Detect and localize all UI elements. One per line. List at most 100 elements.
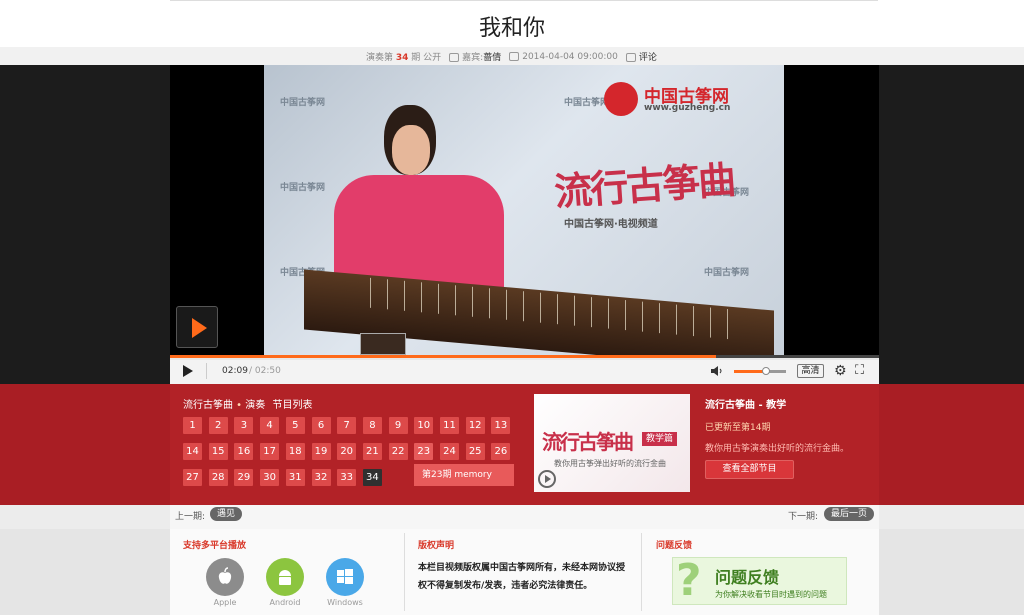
episode-button[interactable]: 10 <box>414 417 434 434</box>
episode-button[interactable]: 21 <box>362 443 382 460</box>
speaker-icon[interactable] <box>711 365 723 377</box>
watermark-text: 中国古筝网 <box>704 268 750 278</box>
episode-prefix: 演奏第 <box>366 53 394 63</box>
top-divider <box>170 0 878 1</box>
episode-button[interactable]: 12 <box>465 417 485 434</box>
prev-label: 上一期: <box>175 512 206 522</box>
episode-button[interactable]: 7 <box>337 417 357 434</box>
app-apple[interactable]: Apple <box>205 558 245 607</box>
episode-button[interactable]: 30 <box>260 469 280 486</box>
logo-emblem <box>604 82 638 116</box>
series-updated: 已更新至第14期 <box>705 423 771 433</box>
series-title[interactable]: 流行古筝曲 - 教学 <box>705 396 786 411</box>
episode-button[interactable]: 17 <box>260 443 280 460</box>
promo-tag: 教学篇 <box>642 432 678 446</box>
comment-icon <box>625 53 636 62</box>
app-windows[interactable]: Windows <box>325 558 365 607</box>
list-label: 节目列表 <box>272 400 313 411</box>
episode-button[interactable]: 11 <box>440 417 459 434</box>
video-logo: 中国古筝网 www.guzheng.cn <box>604 78 754 120</box>
page-title: 我和你 <box>478 16 545 41</box>
apple-icon <box>206 558 244 596</box>
datetime: 2014-04-04 09:00:00 <box>522 51 618 62</box>
episode-button[interactable]: 34 <box>362 469 382 486</box>
video-title-overlay: 流行古筝曲 <box>552 157 736 215</box>
app-label: Android <box>269 598 301 607</box>
episode-button[interactable]: 4 <box>260 417 280 434</box>
episode-button[interactable]: 3 <box>234 417 254 434</box>
watermark-text: 中国古筝网 <box>280 183 326 193</box>
feedback-banner-title: 问题反馈 <box>715 568 780 587</box>
episode-button[interactable]: 6 <box>311 417 331 434</box>
episode-button[interactable]: 8 <box>362 417 382 434</box>
platform-title: 支持多平台播放 <box>183 541 247 551</box>
episode-button[interactable]: 31 <box>285 469 305 486</box>
episode-button[interactable]: 28 <box>208 469 228 486</box>
episode-suffix: 期 公开 <box>411 53 442 63</box>
episode-button[interactable]: 2 <box>208 417 228 434</box>
series-description: 教你用古筝演奏出好听的流行金曲。 <box>705 444 850 454</box>
android-icon <box>266 558 304 596</box>
app-android[interactable]: Android <box>265 558 305 607</box>
view-all-button[interactable]: 查看全部节目 <box>705 460 794 479</box>
episode-button[interactable]: 16 <box>234 443 254 460</box>
episode-button[interactable]: 19 <box>311 443 331 460</box>
episode-button[interactable]: 27 <box>183 469 202 486</box>
episode-button[interactable]: 20 <box>337 443 357 460</box>
episode-button[interactable]: 22 <box>388 443 408 460</box>
episode-meta-bar: 演奏第 34 期 公开 嘉宾:蔷倩 2014-04-04 09:00:00 评论 <box>0 47 1024 65</box>
promo-title: 流行古筝曲 <box>542 430 634 454</box>
volume-knob[interactable] <box>762 367 770 375</box>
episode-button[interactable]: 18 <box>285 443 305 460</box>
next-label: 下一期: <box>788 512 819 522</box>
episode-button[interactable]: 29 <box>234 469 254 486</box>
feedback-banner-sub: 为你解决收看节目时遇到的问题 <box>715 590 827 599</box>
play-circle-icon[interactable] <box>538 470 556 488</box>
control-divider <box>206 363 207 379</box>
fullscreen-icon[interactable]: ⛶ <box>855 364 864 378</box>
episode-button[interactable]: 32 <box>311 469 331 486</box>
episode-button[interactable]: 33 <box>337 469 357 486</box>
episode-button[interactable]: 5 <box>285 417 305 434</box>
episode-button[interactable]: 9 <box>388 417 408 434</box>
footer-divider <box>404 533 405 611</box>
episode-list-title: 流行古筝曲 • 演奏 节目列表 <box>183 400 313 411</box>
episode-tooltip: 第23期 memory <box>414 464 514 486</box>
promo-subtitle: 教你用古筝弹出好听的流行金曲 <box>554 459 666 468</box>
episode-button[interactable]: 1 <box>183 417 202 434</box>
episode-button[interactable]: 15 <box>208 443 228 460</box>
episode-button[interactable]: 24 <box>440 443 459 460</box>
episode-button[interactable]: 23 <box>414 443 434 460</box>
guest-label: 嘉宾: <box>462 53 484 63</box>
series-category: 演奏 <box>245 400 266 411</box>
stand-sign <box>360 333 406 355</box>
volume-slider[interactable] <box>734 367 786 375</box>
guest-name[interactable]: 蔷倩 <box>483 53 501 63</box>
promo-thumbnail[interactable]: 流行古筝曲 教学篇 教你用古筝弹出好听的流行金曲 <box>534 394 690 492</box>
quality-button[interactable]: 高清 <box>797 364 824 378</box>
watermark-text: 中国古筝网 <box>564 98 610 108</box>
feedback-banner[interactable]: ? 问题反馈 为你解决收看节目时遇到的问题 <box>672 556 847 606</box>
volume-fill <box>734 370 766 373</box>
watermark-text: 中国古筝网 <box>280 98 326 108</box>
play-icon[interactable] <box>183 365 193 377</box>
performer-face <box>392 125 430 175</box>
video-subtitle-overlay: 中国古筝网·电视频道 <box>564 219 658 230</box>
comments-label[interactable]: 评论 <box>639 53 657 63</box>
prev-episode-button[interactable]: 遇见 <box>210 507 243 521</box>
video-frame[interactable]: 中国古筝网 中国古筝网 中国古筝网 中国古筝网 中国古筝网 中国古筝网 中国古筝… <box>264 65 784 358</box>
episode-button[interactable]: 13 <box>491 417 511 434</box>
clock-icon <box>509 51 520 61</box>
series-name[interactable]: 流行古筝曲 <box>183 400 233 411</box>
episode-info: 演奏第 34 期 公开 <box>366 50 441 63</box>
comments-link[interactable]: 评论 <box>625 50 657 63</box>
copyright-text: 本栏目视频版权属中国古筝网所有，未经本网协议授权不得复制发布/发表，违者必究法律… <box>418 563 626 591</box>
big-play-icon[interactable] <box>176 306 218 348</box>
episode-button[interactable]: 14 <box>183 443 202 460</box>
copyright-title: 版权声明 <box>418 541 455 551</box>
episode-button[interactable]: 25 <box>465 443 485 460</box>
gear-icon[interactable]: ⚙ <box>834 364 847 378</box>
current-time: 02:09 <box>222 366 248 376</box>
next-episode-button[interactable]: 最后一页 <box>824 507 875 521</box>
episode-button[interactable]: 26 <box>491 443 511 460</box>
